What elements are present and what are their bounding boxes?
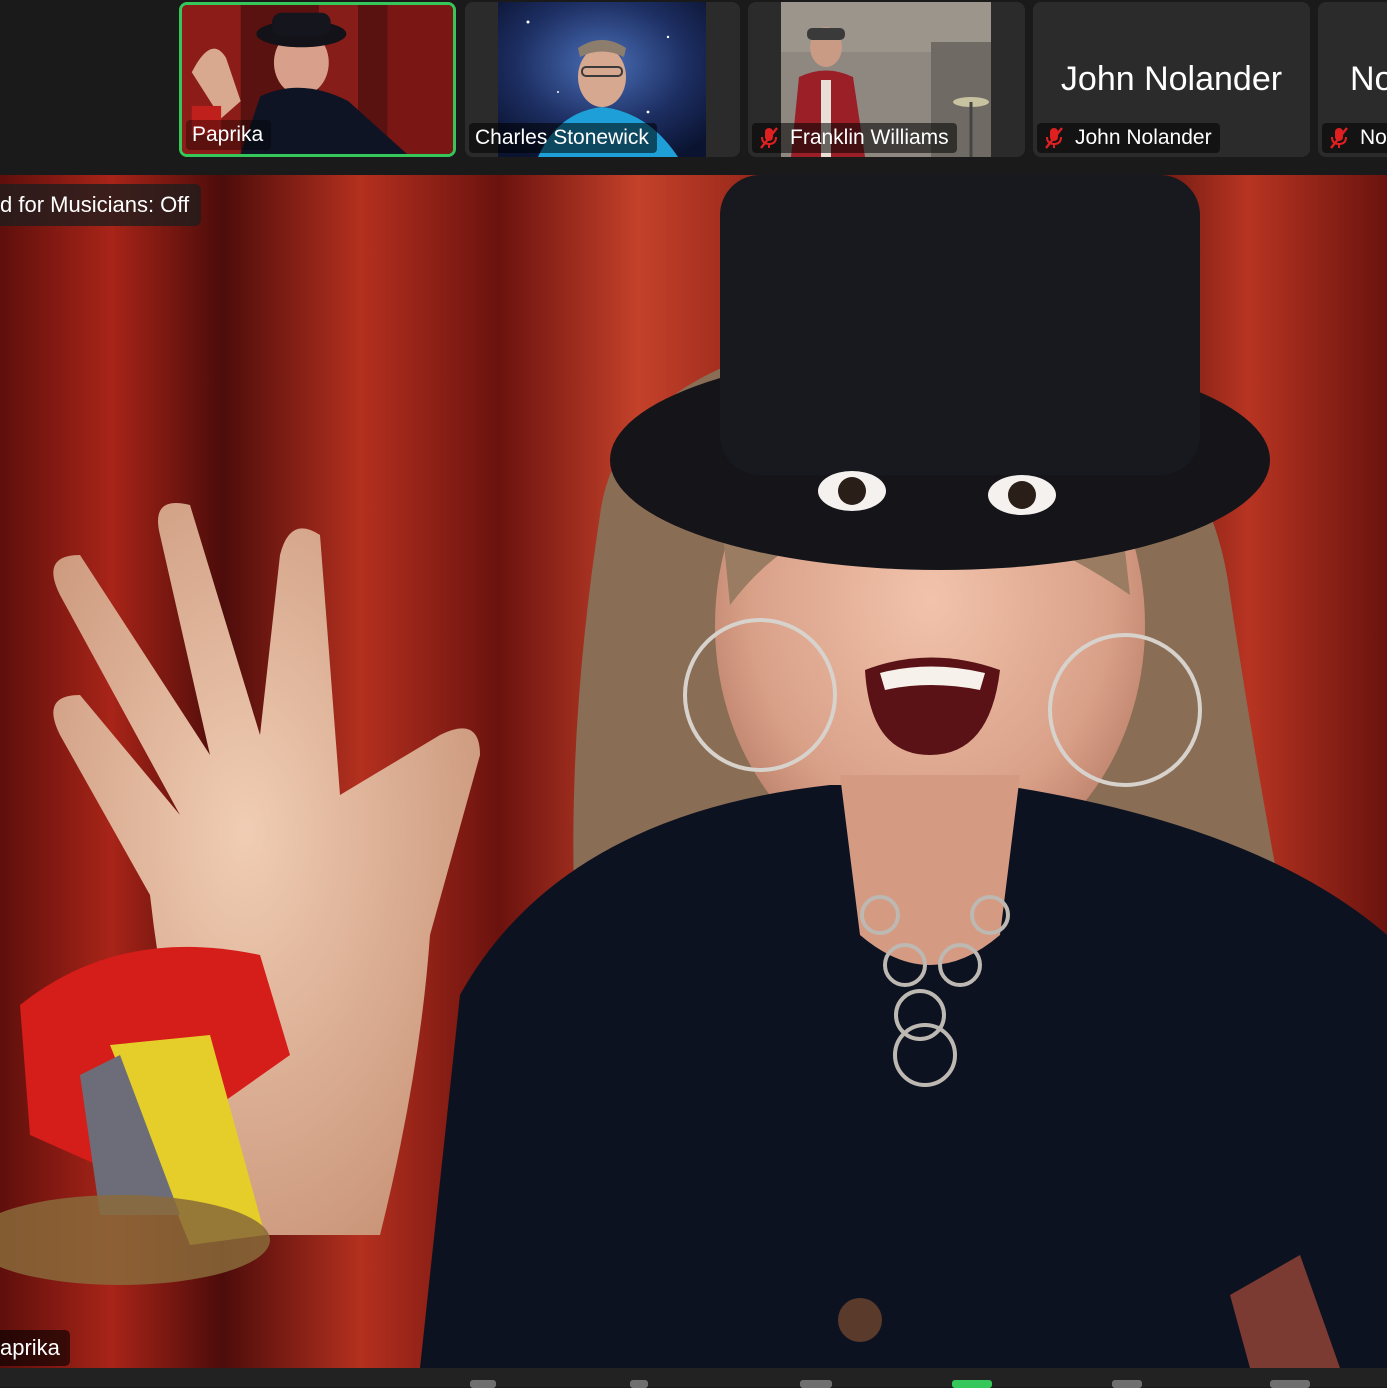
muted-microphone-icon xyxy=(1328,126,1350,150)
participant-strip: Paprika Charles Stonewick Franklin Willi… xyxy=(0,0,1387,175)
active-speaker-video-frame xyxy=(0,175,1387,1368)
participant-name: Franklin Williams xyxy=(790,126,949,149)
participant-tile-charles-stonewick[interactable]: Charles Stonewick xyxy=(465,2,740,157)
participant-name-tag: Paprika xyxy=(186,120,272,150)
participant-name: John Nolander xyxy=(1075,126,1212,149)
active-speaker-video xyxy=(0,175,1387,1368)
muted-microphone-icon xyxy=(1043,126,1065,150)
participant-name: Charles Stonewick xyxy=(475,126,649,149)
participant-display-name: No xyxy=(1350,60,1387,98)
participant-tile-paprika[interactable]: Paprika xyxy=(179,2,456,157)
participant-tile-john-nolander[interactable]: John Nolander John Nolander xyxy=(1033,2,1310,157)
participant-name-tag: John Nolander xyxy=(1037,123,1220,153)
participant-tile-partial[interactable]: No Nor xyxy=(1318,2,1387,157)
participant-name: Paprika xyxy=(192,123,264,146)
participant-name: Nor xyxy=(1360,126,1387,149)
meeting-toolbar xyxy=(0,1368,1387,1388)
original-sound-indicator: d for Musicians: Off xyxy=(0,184,202,226)
participant-name-tag: Charles Stonewick xyxy=(469,123,657,153)
participant-display-name: John Nolander xyxy=(1060,60,1283,98)
participant-name-tag: Franklin Williams xyxy=(752,123,957,153)
muted-microphone-icon xyxy=(758,126,780,150)
participant-name-tag: Nor xyxy=(1322,123,1387,153)
participant-tile-franklin-williams[interactable]: Franklin Williams xyxy=(748,2,1025,157)
active-speaker-name: aprika xyxy=(0,1330,70,1366)
